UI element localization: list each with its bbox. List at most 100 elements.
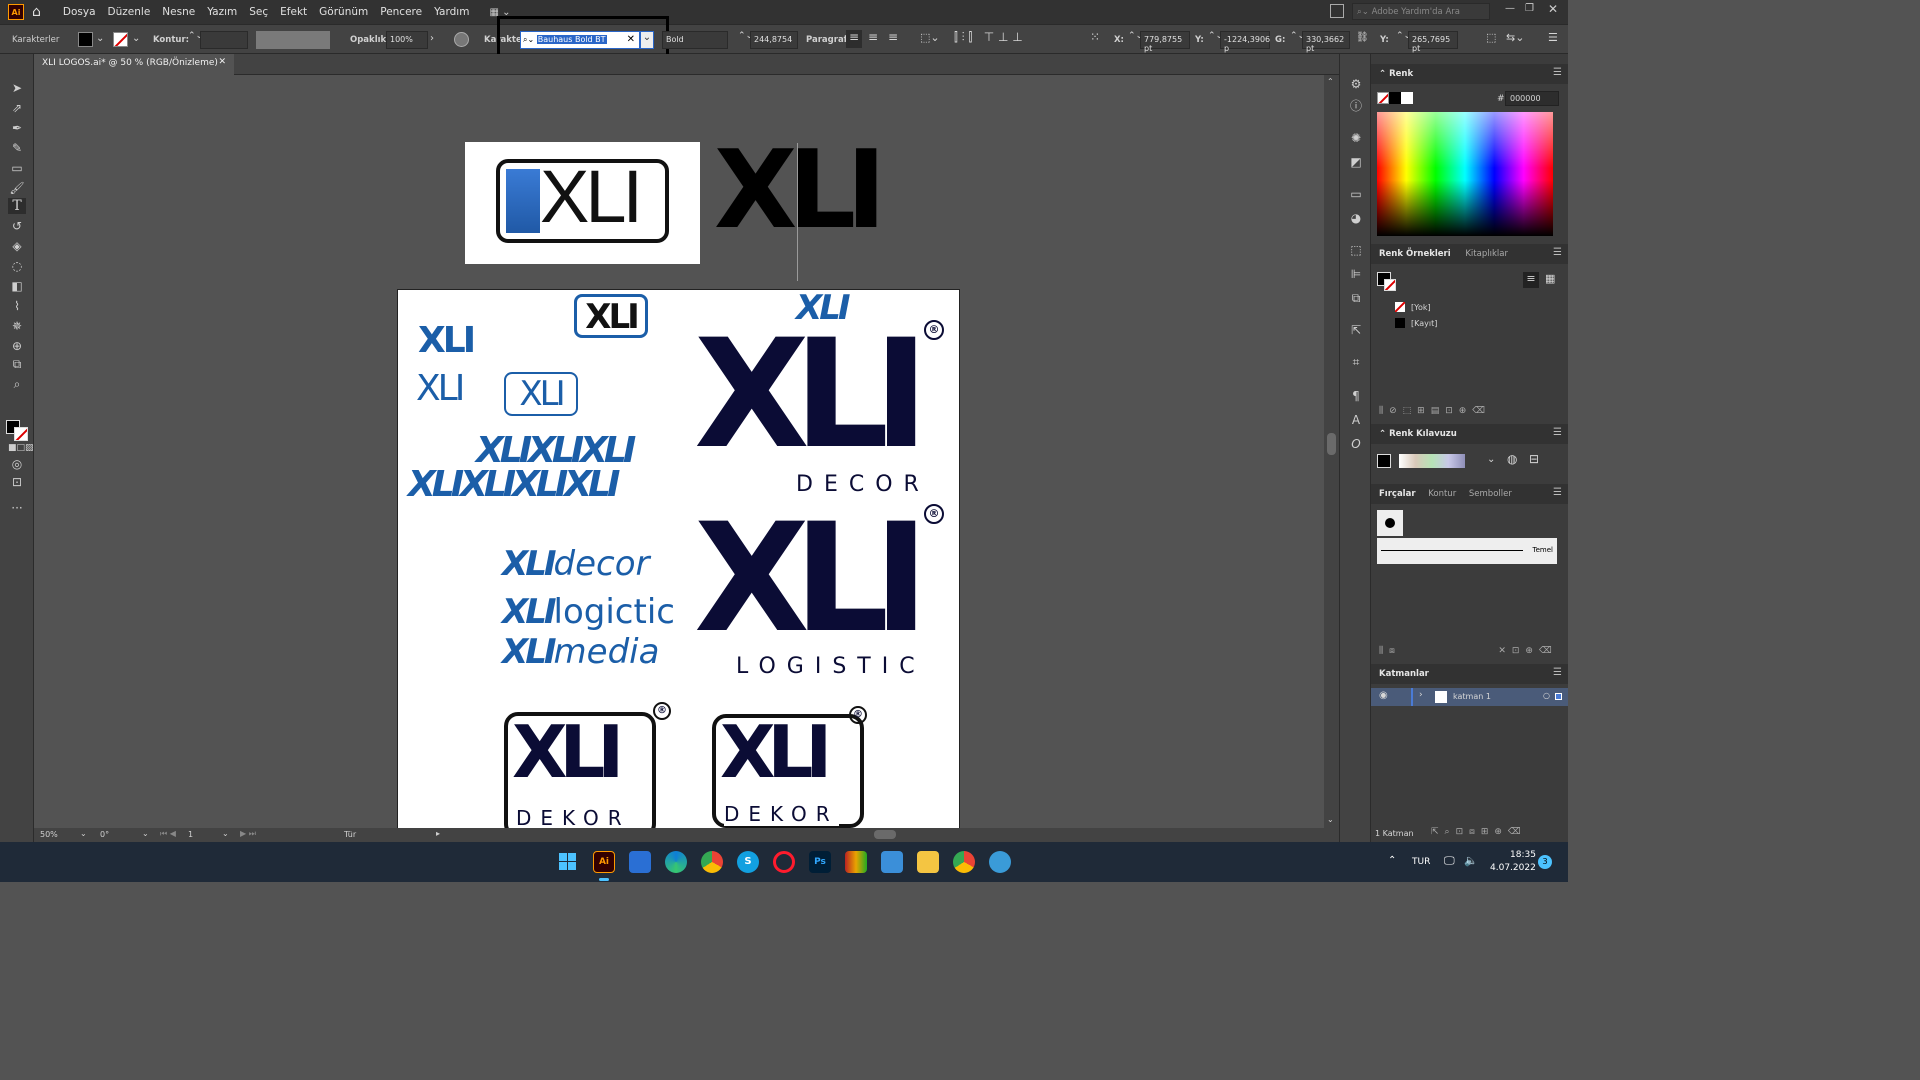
color-mode-icon[interactable]: ■□▨ (8, 440, 34, 456)
brand-decor[interactable]: XLIdecor (502, 544, 650, 584)
horizontal-scrollbar[interactable] (454, 830, 1314, 839)
font-style-select[interactable]: Bold (662, 31, 728, 49)
color-spectrum[interactable] (1377, 112, 1553, 236)
gradient-tool-icon[interactable]: ◧ (8, 278, 26, 294)
color-panel-header[interactable]: ⌃ Renk ☰ (1371, 64, 1568, 84)
brand-media[interactable]: XLImedia (502, 632, 659, 672)
menu-pencere[interactable]: Pencere (374, 6, 428, 18)
collapse-icon[interactable]: ⌃ (1379, 69, 1389, 79)
vertical-scrollbar[interactable]: ⌃ ⌄ (1324, 75, 1339, 828)
notes-icon[interactable] (629, 851, 651, 873)
clear-icon[interactable]: ✕ (627, 34, 635, 45)
menu-duzenle[interactable]: Düzenle (102, 6, 157, 18)
eyedropper-tool-icon[interactable]: ⌇ (8, 298, 26, 314)
font-size-input[interactable]: 244,8754 (750, 31, 798, 49)
logo-blue-outline[interactable]: XLI (416, 368, 465, 409)
menu-gorunum[interactable]: Görünüm (313, 6, 374, 18)
reference-point-icon[interactable]: ⁙ (1090, 30, 1100, 44)
tab-libraries[interactable]: Kitaplıklar (1465, 249, 1508, 259)
fill-swatch[interactable] (78, 32, 93, 47)
photoshop-icon[interactable]: Ps (809, 851, 831, 873)
artboard-tool-icon[interactable]: ⧉ (8, 356, 26, 372)
selection-tool-icon[interactable]: ➤ (8, 80, 26, 96)
logo-blue-bold[interactable]: XLI (418, 320, 476, 361)
swatches-icon[interactable]: ◩ (1348, 154, 1364, 170)
start-icon[interactable] (557, 851, 579, 873)
pathfinder-icon[interactable]: ⧉ (1348, 290, 1364, 306)
pen-tool-icon[interactable]: ✒ (8, 120, 26, 136)
winrar-icon[interactable] (845, 851, 867, 873)
export-icon[interactable]: ⇱ (1348, 322, 1364, 338)
logo-blue-box-thin[interactable]: XLI (504, 372, 578, 416)
shape-builder-tool-icon[interactable]: ⊕ (8, 338, 26, 354)
status-menu-icon[interactable]: ▸ (436, 829, 440, 838)
logo-italic-row2[interactable]: XLIXLIXLIXLI (408, 464, 620, 505)
swatch-item-registration[interactable]: [Kayıt] (1411, 319, 1437, 328)
vector-logo-text[interactable]: XLI (714, 137, 886, 245)
expand-layer-icon[interactable]: › (1419, 690, 1423, 700)
calligraphic-brush[interactable] (1377, 510, 1403, 536)
panel-menu-icon[interactable]: ☰ (1553, 247, 1562, 258)
direct-selection-tool-icon[interactable]: ⇗ (8, 100, 26, 116)
visibility-eye-icon[interactable]: ◉ (1379, 690, 1388, 701)
base-color-swatch[interactable] (1377, 454, 1391, 468)
file-explorer-icon[interactable] (917, 851, 939, 873)
minimize-button[interactable]: — (1505, 3, 1515, 14)
transform-panel-icon[interactable]: ⬚ (1348, 242, 1364, 258)
basic-brush[interactable]: Temel (1377, 538, 1557, 564)
target-icon[interactable]: ○ (1543, 691, 1550, 700)
link-icon[interactable]: ⛓ (1356, 32, 1369, 43)
black-swatch[interactable] (1389, 92, 1401, 104)
swatch-actions-icon[interactable]: ⫼⊘⬚⊞▤⊡⊕⌫ (1379, 406, 1491, 416)
selection-indicator[interactable] (1555, 693, 1562, 700)
scroll-thumb[interactable] (874, 830, 896, 839)
scroll-up-icon[interactable]: ⌃ (1327, 77, 1334, 86)
font-family-input[interactable]: ⌕⌄ Bauhaus Bold BT ✕ (520, 31, 640, 49)
lasso-tool-icon[interactable]: ◌ (8, 258, 26, 274)
grid-view-icon[interactable]: ▦ (1545, 272, 1555, 285)
layers-panel-header[interactable]: Katmanlar ☰ (1371, 664, 1568, 684)
none-swatch[interactable] (1377, 92, 1389, 104)
menu-nesne[interactable]: Nesne (156, 6, 201, 18)
scroll-down-icon[interactable]: ⌄ (1327, 815, 1334, 824)
layer-actions-icon[interactable]: ⇱⌕⊡⧈⊞⊕⌫ (1431, 827, 1527, 837)
menu-sec[interactable]: Seç (243, 6, 274, 18)
edit-colors-icon[interactable]: ◍ (1507, 452, 1517, 466)
document-tab[interactable]: XLI LOGOS.ai* @ 50 % (RGB/Önizleme) ✕ (34, 54, 234, 75)
close-button[interactable]: ✕ (1548, 2, 1558, 16)
zoom-select[interactable]: 50% (40, 830, 58, 839)
curvature-tool-icon[interactable]: ✎ (8, 140, 26, 156)
x-input[interactable]: 779,8755 pt (1140, 31, 1190, 53)
list-view-icon[interactable]: ≡ (1523, 272, 1539, 288)
stroke-color-swatch[interactable] (14, 427, 28, 441)
y-input[interactable]: -1224,3906 p (1220, 31, 1270, 53)
chevron-down-icon[interactable]: ⌄ (80, 829, 87, 838)
tab-symbols[interactable]: Semboller (1469, 489, 1512, 499)
maximize-button[interactable]: ❐ (1525, 3, 1534, 14)
align-panel-icon[interactable]: ⊫ (1348, 266, 1364, 282)
logo-logistic-word[interactable]: LOGISTIC (736, 654, 926, 679)
brush-actions-icon[interactable]: ⫼⧈ ✕⊡⊕⌫ (1379, 646, 1558, 656)
isolate-icon[interactable]: ⬚ (1486, 31, 1496, 44)
skype-icon[interactable]: S (737, 851, 759, 873)
swatch-item-none[interactable]: [Yok] (1411, 303, 1431, 312)
menu-efekt[interactable]: Efekt (274, 6, 313, 18)
brand-logictic[interactable]: XLIlogictic (502, 592, 675, 632)
chevron-down-icon[interactable]: ⌄ (96, 33, 104, 44)
rotation-select[interactable]: 0° (100, 830, 109, 839)
artboard-number[interactable]: 1 (188, 830, 193, 839)
menu-yazim[interactable]: Yazım (201, 6, 243, 18)
collapse-icon[interactable]: ⌃ (1379, 429, 1389, 439)
chevron-down-icon[interactable]: ⌄ (222, 829, 229, 838)
transform-icon[interactable]: ⬚⌄ (920, 31, 940, 44)
opera-icon[interactable] (773, 851, 795, 873)
scroll-thumb[interactable] (1327, 433, 1336, 455)
logo-blue-box[interactable]: XLI (574, 294, 648, 338)
artboard-nav-next-icon[interactable]: ▶ ⏭ (240, 829, 256, 839)
color-guide-header[interactable]: ⌃ Renk Kılavuzu ☰ (1371, 424, 1568, 444)
more-tools-icon[interactable]: ··· (8, 500, 26, 516)
chevron-down-icon[interactable]: ⌄ (142, 829, 149, 838)
tab-brushes[interactable]: Fırçalar (1379, 489, 1416, 499)
brush-definition[interactable] (256, 31, 330, 49)
align-objects-icon[interactable]: ⫿ ⫶ ⫿ ⊤ ⊥ ⊥ (954, 30, 1023, 45)
